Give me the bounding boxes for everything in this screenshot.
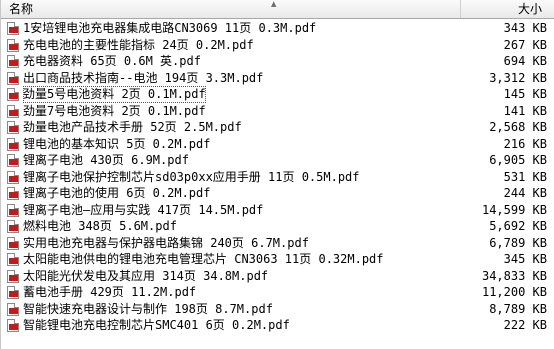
file-row[interactable]: 锂离子电池保护控制芯片sd03p0xx应用手册 11页 0.5M.pdf 531 … bbox=[1, 169, 554, 186]
file-row[interactable]: 实用电池充电器与保护器电路集锦 240页 6.7M.pdf 6,789 KB bbox=[1, 235, 554, 252]
pdf-file-icon bbox=[7, 269, 19, 283]
file-size: 14,599 KB bbox=[481, 202, 547, 217]
pdf-file-icon bbox=[7, 187, 19, 200]
file-name: 太阳能电池供电的锂电池充电管理芯片 CN3063 11页 0.32M.pdf bbox=[23, 252, 384, 266]
file-row[interactable]: 锂电池的基本知识 5页 0.2M.pdf 216 KB bbox=[1, 136, 554, 153]
file-name: 劲量5号电池资料 2页 0.1M.pdf bbox=[23, 86, 206, 103]
pdf-file-icon bbox=[7, 220, 19, 233]
file-row[interactable]: 劲量7号电池资料 2页 0.1M.pdf 141 KB bbox=[1, 103, 554, 120]
file-row[interactable]: 锂离子电池 430页 6.9M.pdf 6,905 KB bbox=[1, 152, 554, 169]
file-name: 蓄电池手册 429页 11.2M.pdf bbox=[23, 285, 197, 299]
file-size: 6,905 KB bbox=[489, 153, 547, 167]
file-row[interactable]: 燃料电池 348页 5.6M.pdf 5,692 KB bbox=[1, 218, 554, 235]
file-name: 锂离子电池 430页 6.9M.pdf bbox=[23, 153, 189, 167]
pdf-file-icon bbox=[7, 286, 19, 299]
file-row[interactable]: 智能快速充电器设计与制作 198页 8.7M.pdf 8,789 KB bbox=[1, 301, 554, 318]
file-row[interactable]: 蓄电池手册 429页 11.2M.pdf 11,200 KB bbox=[1, 284, 554, 301]
file-size: 11,200 KB bbox=[481, 285, 547, 299]
pdf-file-icon bbox=[7, 253, 19, 266]
file-size: 216 KB bbox=[503, 136, 547, 151]
file-name: 燃料电池 348页 5.6M.pdf bbox=[23, 219, 177, 233]
pdf-file-icon bbox=[7, 203, 19, 217]
file-name: 劲量电池产品技术手册 52页 2.5M.pdf bbox=[23, 120, 242, 134]
file-size: 3,312 KB bbox=[489, 70, 547, 85]
file-size: 345 KB bbox=[503, 252, 547, 266]
pdf-file-icon bbox=[7, 121, 19, 134]
file-size: 8,789 KB bbox=[489, 301, 547, 316]
name-column-label: 名称 bbox=[9, 2, 34, 16]
file-name: 智能锂电池充电控制芯片SMC401 6页 0.2M.pdf bbox=[23, 318, 290, 332]
file-name: 锂离子电池保护控制芯片sd03p0xx应用手册 11页 0.5M.pdf bbox=[23, 169, 360, 184]
file-size: 343 KB bbox=[503, 21, 547, 35]
pdf-file-icon bbox=[7, 104, 19, 118]
file-list: 1安培锂电池充电器集成电路CN3069 11页 0.3M.pdf 343 KB 充… bbox=[1, 20, 554, 334]
file-size: 141 KB bbox=[503, 103, 547, 118]
pdf-file-icon bbox=[7, 38, 19, 52]
pdf-file-icon bbox=[7, 22, 19, 35]
file-name: 锂电池的基本知识 5页 0.2M.pdf bbox=[23, 136, 211, 151]
file-list-window: 名称 ▲ 大小 1安培锂电池充电器集成电路CN3069 11页 0.3M.pdf… bbox=[0, 0, 554, 349]
file-size: 6,789 KB bbox=[489, 235, 547, 250]
file-name: 1安培锂电池充电器集成电路CN3069 11页 0.3M.pdf bbox=[23, 21, 317, 35]
file-name: 智能快速充电器设计与制作 198页 8.7M.pdf bbox=[23, 301, 273, 316]
file-row[interactable]: 锂离子电池—应用与实践 417页 14.5M.pdf 14,599 KB bbox=[1, 202, 554, 219]
file-size: 267 KB bbox=[503, 37, 547, 52]
file-row[interactable]: 劲量电池产品技术手册 52页 2.5M.pdf 2,568 KB bbox=[1, 119, 554, 136]
file-size: 2,568 KB bbox=[489, 120, 547, 134]
file-row[interactable]: 充电器资料 65页 0.6M 英.pdf 694 KB bbox=[1, 53, 554, 70]
file-size: 34,833 KB bbox=[481, 268, 547, 283]
sort-ascending-icon: ▲ bbox=[271, 0, 277, 8]
pdf-file-icon bbox=[7, 71, 19, 85]
size-column-label: 大小 bbox=[517, 2, 542, 16]
file-size: 5,692 KB bbox=[489, 219, 547, 233]
file-name: 实用电池充电器与保护器电路集锦 240页 6.7M.pdf bbox=[23, 235, 309, 250]
file-size: 694 KB bbox=[503, 54, 547, 68]
pdf-file-icon bbox=[7, 55, 19, 68]
file-row[interactable]: 1安培锂电池充电器集成电路CN3069 11页 0.3M.pdf 343 KB bbox=[1, 20, 554, 37]
file-name: 太阳能光伏发电及其应用 314页 34.8M.pdf bbox=[23, 268, 269, 283]
file-row[interactable]: 充电电池的主要性能指标 24页 0.2M.pdf 267 KB bbox=[1, 37, 554, 54]
pdf-file-icon bbox=[7, 88, 19, 101]
file-name: 充电电池的主要性能指标 24页 0.2M.pdf bbox=[23, 37, 254, 52]
pdf-file-icon bbox=[7, 302, 19, 316]
file-name: 劲量7号电池资料 2页 0.1M.pdf bbox=[23, 103, 206, 118]
pdf-file-icon bbox=[7, 154, 19, 167]
pdf-file-icon bbox=[7, 170, 19, 184]
file-name: 充电器资料 65页 0.6M 英.pdf bbox=[23, 54, 201, 68]
file-name: 锂离子电池的使用 6页 0.2M.pdf bbox=[23, 186, 211, 200]
file-size: 531 KB bbox=[503, 169, 547, 184]
name-column-header[interactable]: 名称 ▲ bbox=[1, 0, 461, 18]
file-row[interactable]: 太阳能光伏发电及其应用 314页 34.8M.pdf 34,833 KB bbox=[1, 268, 554, 285]
file-size: 145 KB bbox=[503, 87, 547, 101]
file-name: 出口商品技术指南--电池 194页 3.3M.pdf bbox=[23, 70, 264, 85]
pdf-file-icon bbox=[7, 319, 19, 332]
file-row[interactable]: 智能锂电池充电控制芯片SMC401 6页 0.2M.pdf 222 KB bbox=[1, 317, 554, 334]
pdf-file-icon bbox=[7, 137, 19, 151]
pdf-file-icon bbox=[7, 236, 19, 250]
file-row[interactable]: 锂离子电池的使用 6页 0.2M.pdf 244 KB bbox=[1, 185, 554, 202]
file-name: 锂离子电池—应用与实践 417页 14.5M.pdf bbox=[23, 202, 264, 217]
size-column-header[interactable]: 大小 bbox=[462, 0, 550, 18]
file-row[interactable]: 太阳能电池供电的锂电池充电管理芯片 CN3063 11页 0.32M.pdf 34… bbox=[1, 251, 554, 268]
file-row[interactable]: 劲量5号电池资料 2页 0.1M.pdf 145 KB bbox=[1, 86, 554, 103]
file-row[interactable]: 出口商品技术指南--电池 194页 3.3M.pdf 3,312 KB bbox=[1, 70, 554, 87]
column-header-bar: 名称 ▲ 大小 bbox=[1, 0, 554, 19]
file-size: 222 KB bbox=[503, 318, 547, 332]
file-size: 244 KB bbox=[503, 186, 547, 200]
